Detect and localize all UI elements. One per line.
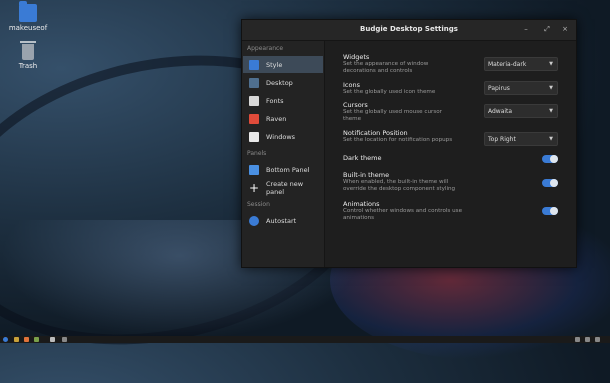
folder-icon <box>19 1 37 22</box>
title-bar[interactable]: Budgie Desktop Settings – ⤢ × <box>242 20 576 41</box>
files-icon[interactable] <box>14 337 19 342</box>
sidebar-item-label: Windows <box>266 132 296 141</box>
raven-icon <box>249 113 259 124</box>
settings-window: Budgie Desktop Settings – ⤢ × Appearance… <box>241 19 577 268</box>
desktop-icon-makeuseof[interactable]: makeuseof <box>0 1 58 32</box>
desktop-icon-label: makeuseof <box>8 24 48 32</box>
setting-description: Set the location for notification popups <box>343 137 453 143</box>
autostart-icon <box>249 215 259 226</box>
dropdown-value: Papirus <box>488 85 510 92</box>
fonts-icon <box>249 95 259 106</box>
sidebar-item-windows[interactable]: Windows <box>243 128 323 145</box>
icons-dropdown[interactable]: Papirus ▼ <box>484 81 558 95</box>
setting-description: Set the appearance of window decorations… <box>343 61 429 74</box>
toggle-knob <box>550 207 558 215</box>
setting-description: When enabled, the built-in theme will ov… <box>343 179 456 192</box>
sidebar-item-fonts[interactable]: Fonts <box>243 92 323 109</box>
browser-icon[interactable] <box>24 337 29 342</box>
volume-icon[interactable] <box>585 337 590 342</box>
panel-icon <box>249 164 259 175</box>
toggle-knob <box>550 155 558 163</box>
dropdown-value: Top Right <box>488 136 516 143</box>
setting-description: Control whether windows and controls use… <box>343 208 463 221</box>
setting-notification-position: Notification Position Set the location f… <box>343 129 558 146</box>
sidebar-item-desktop[interactable]: Desktop <box>243 74 323 91</box>
network-icon[interactable] <box>575 337 580 342</box>
settings-icon[interactable] <box>50 337 55 342</box>
style-icon <box>249 59 259 70</box>
chevron-down-icon: ▼ <box>549 61 553 67</box>
builtin-theme-toggle[interactable] <box>542 179 558 187</box>
bottom-panel <box>0 336 610 343</box>
notification-dropdown[interactable]: Top Right ▼ <box>484 132 558 146</box>
setting-widgets: Widgets Set the appearance of window dec… <box>343 53 558 75</box>
toggle-knob <box>550 179 558 187</box>
desktop-icon-trash[interactable]: Trash <box>0 41 58 70</box>
sidebar-item-label: Bottom Panel <box>266 165 310 174</box>
setting-label: Animations <box>343 200 380 208</box>
sidebar-item-style[interactable]: Style <box>243 56 323 73</box>
setting-label: Built-in theme <box>343 171 390 179</box>
sidebar-item-label: Fonts <box>266 96 284 105</box>
settings-content: Widgets Set the appearance of window dec… <box>325 41 576 267</box>
chevron-down-icon: ▼ <box>549 85 553 91</box>
dark-theme-toggle[interactable] <box>542 155 558 163</box>
setting-label: Dark theme <box>343 154 382 162</box>
cursors-dropdown[interactable]: Adwaita ▼ <box>484 104 558 118</box>
dropdown-value: Materia-dark <box>488 61 527 68</box>
minimize-button[interactable]: – <box>521 25 531 33</box>
sidebar-item-label: Create new panel <box>266 179 304 196</box>
sidebar-item-label: Style <box>266 60 283 69</box>
trash-icon <box>20 41 36 60</box>
sidebar: Appearance Style Desktop Fonts Raven Win… <box>242 41 325 267</box>
sidebar-item-autostart[interactable]: Autostart <box>243 212 323 229</box>
terminal-icon[interactable] <box>62 337 67 342</box>
app-icon[interactable] <box>34 337 39 342</box>
section-header-appearance: Appearance <box>247 45 284 52</box>
setting-icons: Icons Set the globally used icon theme P… <box>343 81 558 96</box>
menu-icon[interactable] <box>3 337 8 342</box>
setting-animations: Animations Control whether windows and c… <box>343 200 558 222</box>
sidebar-item-raven[interactable]: Raven <box>243 110 323 127</box>
chevron-down-icon: ▼ <box>549 108 553 114</box>
windows-icon <box>249 131 259 142</box>
desktop-icon <box>249 77 259 88</box>
animations-toggle[interactable] <box>542 207 558 215</box>
close-button[interactable]: × <box>560 25 570 33</box>
desktop-icon-label: Trash <box>18 62 38 70</box>
dropdown-value: Adwaita <box>488 108 513 115</box>
chevron-down-icon: ▼ <box>549 136 553 142</box>
section-header-session: Session <box>247 201 270 208</box>
maximize-button[interactable]: ⤢ <box>542 25 552 34</box>
setting-cursors: Cursors Set the globally used mouse curs… <box>343 101 558 123</box>
setting-description: Set the globally used icon theme <box>343 89 436 95</box>
setting-description: Set the globally used mouse cursor theme <box>343 109 442 122</box>
widgets-dropdown[interactable]: Materia-dark ▼ <box>484 57 558 71</box>
sidebar-item-label: Raven <box>266 114 287 123</box>
setting-builtin-theme: Built-in theme When enabled, the built-i… <box>343 171 558 193</box>
power-icon[interactable] <box>595 337 600 342</box>
sidebar-item-label: Desktop <box>266 78 293 87</box>
sidebar-item-bottom-panel[interactable]: Bottom Panel <box>243 161 323 178</box>
plus-icon: + <box>249 180 260 195</box>
sidebar-item-label: Autostart <box>266 216 297 225</box>
section-header-panels: Panels <box>247 150 267 157</box>
sidebar-item-create-panel[interactable]: + Create new panel <box>243 179 323 196</box>
setting-dark-theme: Dark theme <box>343 154 558 163</box>
